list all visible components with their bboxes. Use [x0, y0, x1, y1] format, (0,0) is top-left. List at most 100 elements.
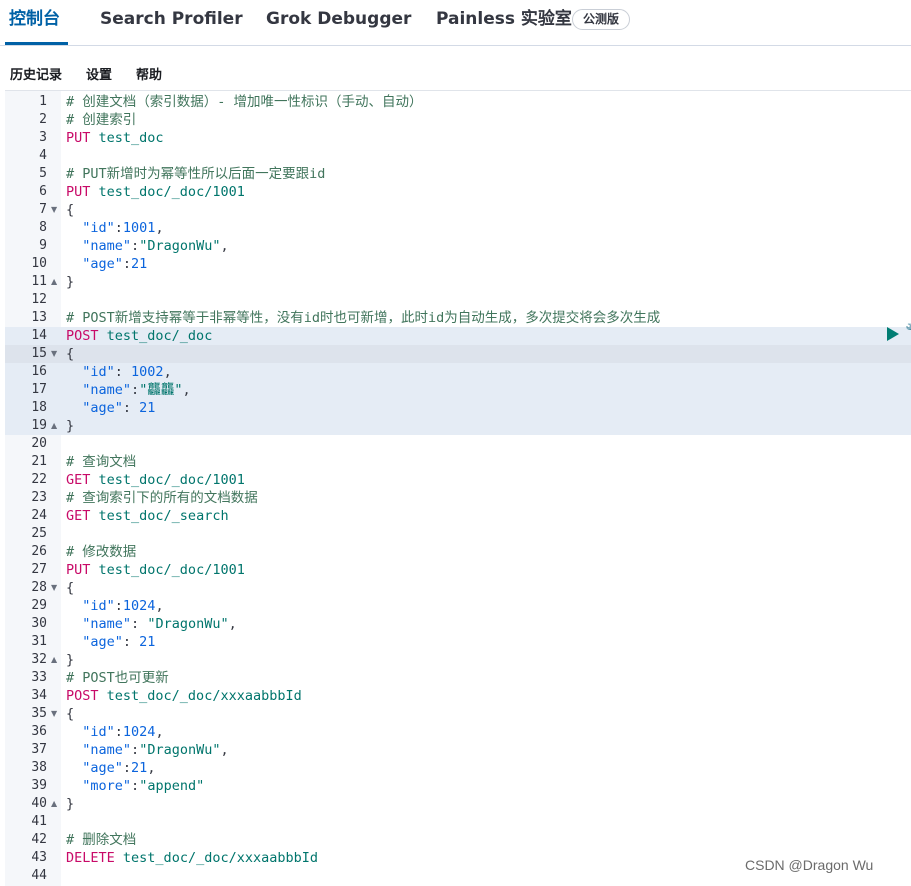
code-line[interactable]: 13 # POST新增支持幂等于非幂等性，没有id时也可新增，此时id为自动生成，…: [5, 309, 911, 327]
code-line[interactable]: 3 PUT test_doc: [5, 129, 911, 147]
comment-token: # POST新增支持幂等于非幂等性，没有id时也可新增，此时id为自动生成，多次…: [66, 310, 661, 326]
code-line[interactable]: 41: [5, 813, 911, 831]
line-number: 10: [31, 256, 47, 271]
line-number: 34: [31, 688, 47, 703]
key-token: "age": [82, 634, 123, 650]
code-text: {: [66, 579, 74, 597]
code-line[interactable]: 14 POST test_doc/_doc: [5, 327, 911, 345]
fold-close-icon[interactable]: ▲: [51, 651, 57, 669]
code-text: "name":"DragonWu",: [66, 741, 229, 759]
code-line[interactable]: 39 "more":"append": [5, 777, 911, 795]
code-line[interactable]: 4: [5, 147, 911, 165]
code-line[interactable]: 37 "name":"DragonWu",: [5, 741, 911, 759]
url-token: test_doc/_doc/xxxaabbbId: [122, 850, 318, 866]
fold-open-icon[interactable]: ▼: [51, 579, 57, 597]
code-line[interactable]: 12: [5, 291, 911, 309]
code-line[interactable]: 1 # 创建文档（索引数据）- 增加唯一性标识（手动、自动）: [5, 93, 911, 111]
history-link[interactable]: 历史记录: [10, 64, 62, 83]
code-line[interactable]: 40 ▲}: [5, 795, 911, 813]
punct-token: ,: [155, 220, 164, 236]
code-line[interactable]: 17 "name":"龘龘",: [5, 381, 911, 399]
code-line[interactable]: 10 "age":21: [5, 255, 911, 273]
key-token: "name": [82, 238, 132, 254]
tab-search-profiler[interactable]: Search Profiler: [100, 8, 243, 38]
fold-close-icon[interactable]: ▲: [51, 417, 57, 435]
fold-open-icon[interactable]: ▼: [51, 345, 57, 363]
code-line[interactable]: 28 ▼ {: [5, 579, 911, 597]
code-text: GET test_doc/_search: [66, 507, 229, 525]
method-token: PUT: [66, 130, 91, 146]
punct-token: ,: [220, 742, 229, 758]
key-token: "age": [82, 256, 123, 272]
code-line[interactable]: 33 # POST也可更新: [5, 669, 911, 687]
code-line[interactable]: 35 ▼ {: [5, 705, 911, 723]
code-line[interactable]: 5 # PUT新增时为幂等性所以后面一定要跟id: [5, 165, 911, 183]
line-number: 11: [31, 274, 47, 289]
tab-painless-lab[interactable]: Painless 实验室: [436, 8, 572, 38]
line-number: 44: [31, 868, 47, 883]
code-line[interactable]: 6 PUT test_doc/_doc/1001: [5, 183, 911, 201]
wrench-icon[interactable]: 🔧: [905, 324, 911, 339]
code-line[interactable]: 19 ▲}: [5, 417, 911, 435]
fold-close-icon[interactable]: ▲: [51, 795, 57, 813]
code-line[interactable]: 38 "age":21,: [5, 759, 911, 777]
code-line[interactable]: 32 ▲}: [5, 651, 911, 669]
code-line[interactable]: 29 "id":1024,: [5, 597, 911, 615]
code-text: }: [66, 417, 74, 435]
line-number: 21: [31, 454, 47, 469]
number-token: 1024: [122, 724, 156, 740]
code-line[interactable]: 31 "age": 21: [5, 633, 911, 651]
play-icon[interactable]: [887, 327, 899, 341]
comment-token: # 创建索引: [66, 112, 137, 128]
number-token: 21: [139, 634, 156, 650]
code-line[interactable]: 9 "name":"DragonWu",: [5, 237, 911, 255]
line-number: 40: [31, 796, 47, 811]
fold-open-icon[interactable]: ▼: [51, 705, 57, 723]
tab-console[interactable]: 控制台: [9, 8, 60, 38]
punct-token: [66, 364, 82, 380]
code-line[interactable]: 22 GET test_doc/_doc/1001: [5, 471, 911, 489]
url-token: test_doc/_search: [98, 508, 229, 524]
punct-token: :: [122, 400, 140, 416]
number-token: 21: [139, 400, 156, 416]
code-line[interactable]: 8 "id":1001,: [5, 219, 911, 237]
punct-token: [66, 634, 82, 650]
fold-close-icon[interactable]: ▲: [51, 273, 57, 291]
code-line[interactable]: 21 # 查询文档: [5, 453, 911, 471]
code-line[interactable]: 25: [5, 525, 911, 543]
punct-token: [66, 724, 82, 740]
code-line[interactable]: 15 ▼ {: [5, 345, 911, 363]
code-text: "name": "DragonWu",: [66, 615, 236, 633]
code-line[interactable]: 30 "name": "DragonWu",: [5, 615, 911, 633]
code-line[interactable]: 23 # 查询索引下的所有的文档数据: [5, 489, 911, 507]
brace-token: }: [66, 652, 75, 668]
method-token: GET: [66, 508, 91, 524]
code-line[interactable]: 36 "id":1024,: [5, 723, 911, 741]
code-line[interactable]: 34 POST test_doc/_doc/xxxaabbbId: [5, 687, 911, 705]
code-line[interactable]: 27 PUT test_doc/_doc/1001: [5, 561, 911, 579]
code-line[interactable]: 24 GET test_doc/_search: [5, 507, 911, 525]
code-line[interactable]: 2 # 创建索引: [5, 111, 911, 129]
punct-token: [99, 328, 107, 344]
code-line[interactable]: 26 # 修改数据: [5, 543, 911, 561]
code-text: }: [66, 273, 74, 291]
request-editor[interactable]: 1 # 创建文档（索引数据）- 增加唯一性标识（手动、自动） 2 # 创建索引 3 PUT…: [5, 90, 911, 886]
line-number: 37: [31, 742, 47, 757]
settings-link[interactable]: 设置: [86, 64, 112, 83]
code-line[interactable]: 20: [5, 435, 911, 453]
help-link[interactable]: 帮助: [136, 64, 162, 83]
code-line[interactable]: 16 "id": 1002,: [5, 363, 911, 381]
code-text: {: [66, 201, 74, 219]
fold-open-icon[interactable]: ▼: [51, 201, 57, 219]
code-line[interactable]: 11 ▲}: [5, 273, 911, 291]
method-token: POST: [66, 328, 99, 344]
code-line[interactable]: 18 "age": 21: [5, 399, 911, 417]
top-navigation: 控制台 Search Profiler Grok Debugger Painle…: [0, 0, 911, 46]
brace-token: {: [66, 706, 75, 722]
method-token: POST: [66, 688, 99, 704]
code-line[interactable]: 7 ▼ {: [5, 201, 911, 219]
number-token: 1024: [122, 598, 156, 614]
tab-grok-debugger[interactable]: Grok Debugger: [266, 8, 411, 38]
comment-token: # 修改数据: [66, 544, 137, 560]
code-line[interactable]: 42 # 删除文档: [5, 831, 911, 849]
